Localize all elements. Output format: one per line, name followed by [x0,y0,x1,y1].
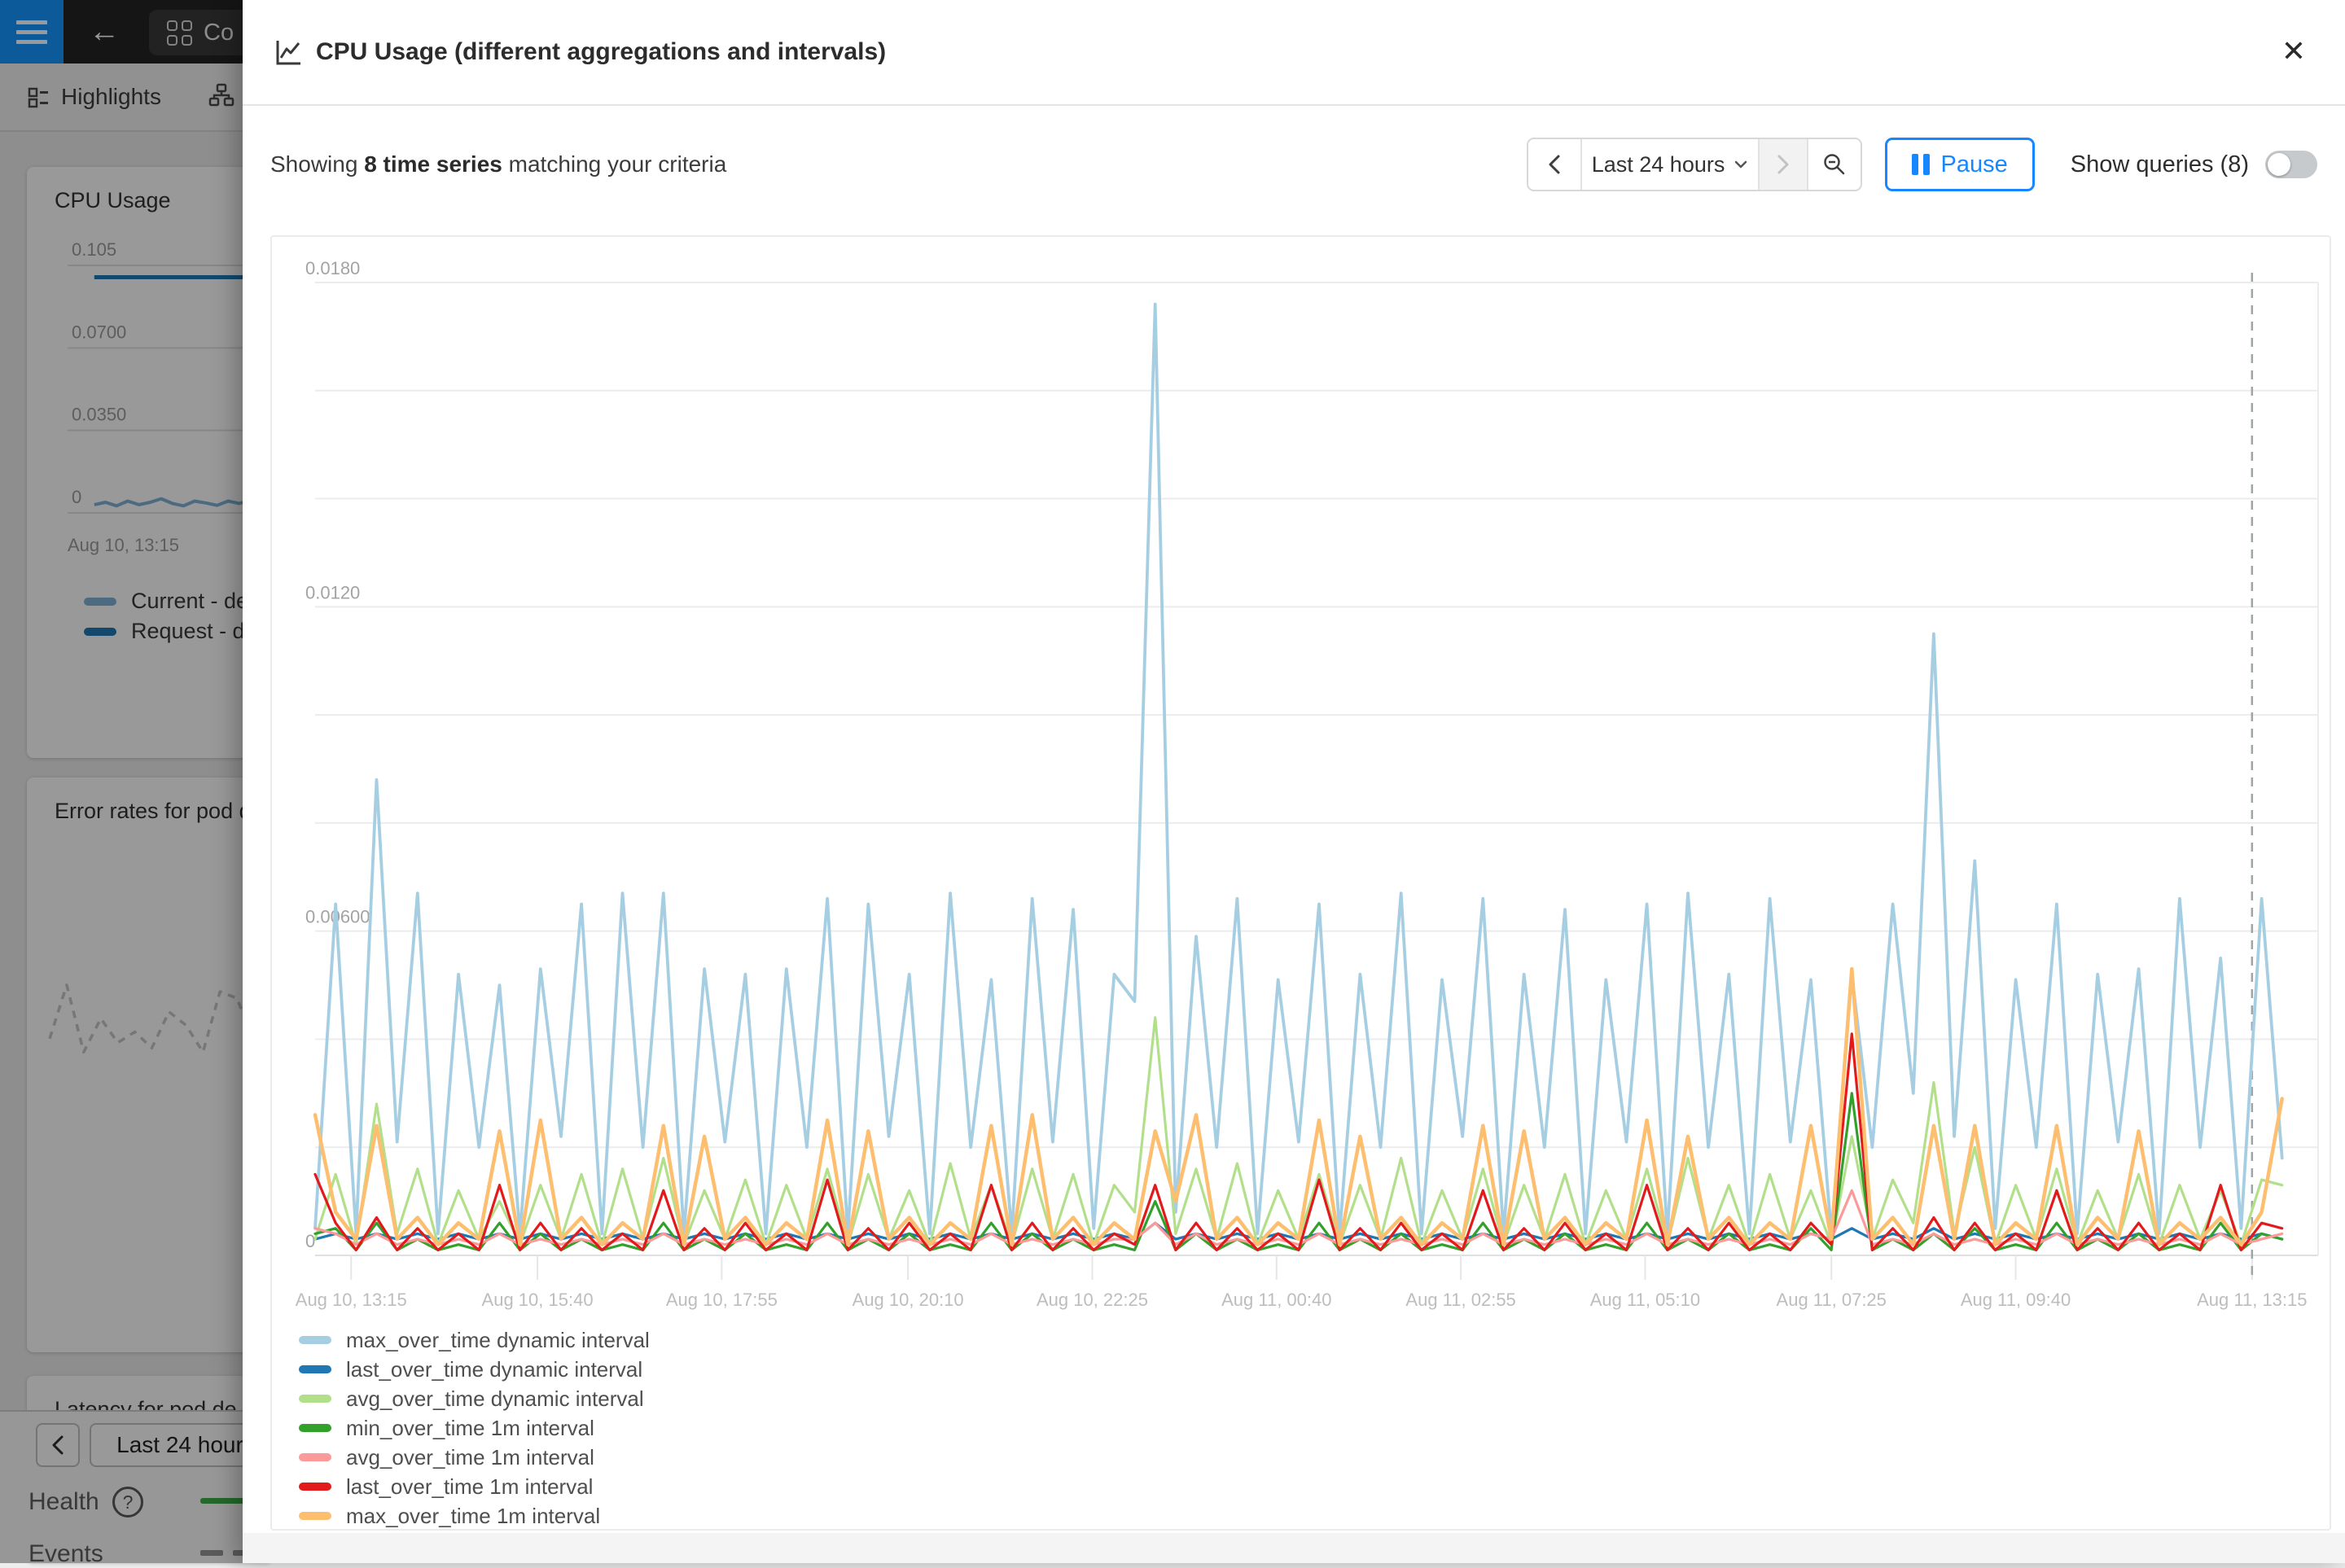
legend-label: last_over_time 1m interval [346,1474,593,1500]
y-axis-label: 0.0180 [305,258,360,278]
modal-header: CPU Usage (different aggregations and in… [243,0,2345,106]
timerange-dropdown[interactable]: Last 24 hours [1582,139,1758,190]
legend-swatch [299,1424,331,1432]
showing-summary: Showing 8 time series matching your crit… [270,151,726,177]
zoom-out-icon[interactable] [1808,139,1861,190]
chart-toolbar: Showing 8 time series matching your crit… [270,135,2317,194]
timerange-forward-button[interactable] [1760,139,1807,190]
chart-modal: CPU Usage (different aggregations and in… [243,0,2345,1563]
show-queries-label: Show queries (8) [2071,151,2249,178]
timerange-control: Last 24 hours [1527,138,1862,191]
legend-item[interactable]: avg_over_time 1m interval [299,1447,650,1468]
x-axis-label: Aug 10, 22:25 [1037,1290,1148,1310]
y-axis-label: 0.0120 [305,582,360,602]
x-axis-label: Aug 10, 15:40 [482,1290,594,1310]
series-max_over_time-dynamic-interval [315,304,2282,1234]
legend-swatch [299,1483,331,1491]
pause-button[interactable]: Pause [1885,138,2035,191]
legend-label: avg_over_time 1m interval [346,1445,594,1470]
legend-swatch [299,1336,331,1344]
legend-item[interactable]: last_over_time 1m interval [299,1476,650,1497]
modal-backdrop[interactable] [0,0,243,1563]
pause-icon [1912,154,1930,175]
chart-container[interactable]: 00.006000.01200.0180Aug 10, 13:15Aug 10,… [270,235,2331,1531]
x-axis-label: Aug 11, 00:40 [1221,1290,1331,1310]
timerange-back-button[interactable] [1528,139,1580,190]
chevron-down-icon [1734,160,1747,169]
legend-swatch [299,1365,331,1373]
legend-item[interactable]: max_over_time 1m interval [299,1505,650,1526]
y-axis-label: 0 [305,1231,315,1251]
legend-label: last_over_time dynamic interval [346,1357,642,1382]
legend-swatch [299,1395,331,1403]
legend-label: max_over_time 1m interval [346,1504,600,1529]
x-axis-label: Aug 10, 13:15 [296,1290,407,1310]
legend-label: max_over_time dynamic interval [346,1328,650,1353]
legend-label: avg_over_time dynamic interval [346,1386,644,1412]
legend-label: min_over_time 1m interval [346,1416,594,1441]
x-axis-label: Aug 11, 07:25 [1777,1290,1887,1310]
x-axis-label: Aug 10, 20:10 [853,1290,964,1310]
close-icon[interactable]: ✕ [2272,29,2316,73]
show-queries-toggle[interactable] [2265,151,2317,178]
legend-item[interactable]: avg_over_time dynamic interval [299,1388,650,1409]
x-axis-label: Aug 11, 05:10 [1590,1290,1700,1310]
modal-title: CPU Usage (different aggregations and in… [316,0,886,104]
modal-body: Showing 8 time series matching your crit… [243,106,2345,1533]
x-axis-label: Aug 11, 13:15 [2197,1290,2307,1310]
legend-item[interactable]: min_over_time 1m interval [299,1417,650,1439]
x-axis-label: Aug 11, 02:55 [1405,1290,1515,1310]
legend-item[interactable]: max_over_time dynamic interval [299,1329,650,1351]
chart-legend: max_over_time dynamic interval last_over_… [299,1329,650,1535]
x-axis-label: Aug 10, 17:55 [666,1290,778,1310]
x-axis-label: Aug 11, 09:40 [1961,1290,2071,1310]
legend-item[interactable]: last_over_time dynamic interval [299,1359,650,1380]
timerange-label: Last 24 hours [1592,152,1725,177]
line-chart-icon [272,37,303,68]
legend-swatch [299,1453,331,1461]
legend-swatch [299,1512,331,1520]
